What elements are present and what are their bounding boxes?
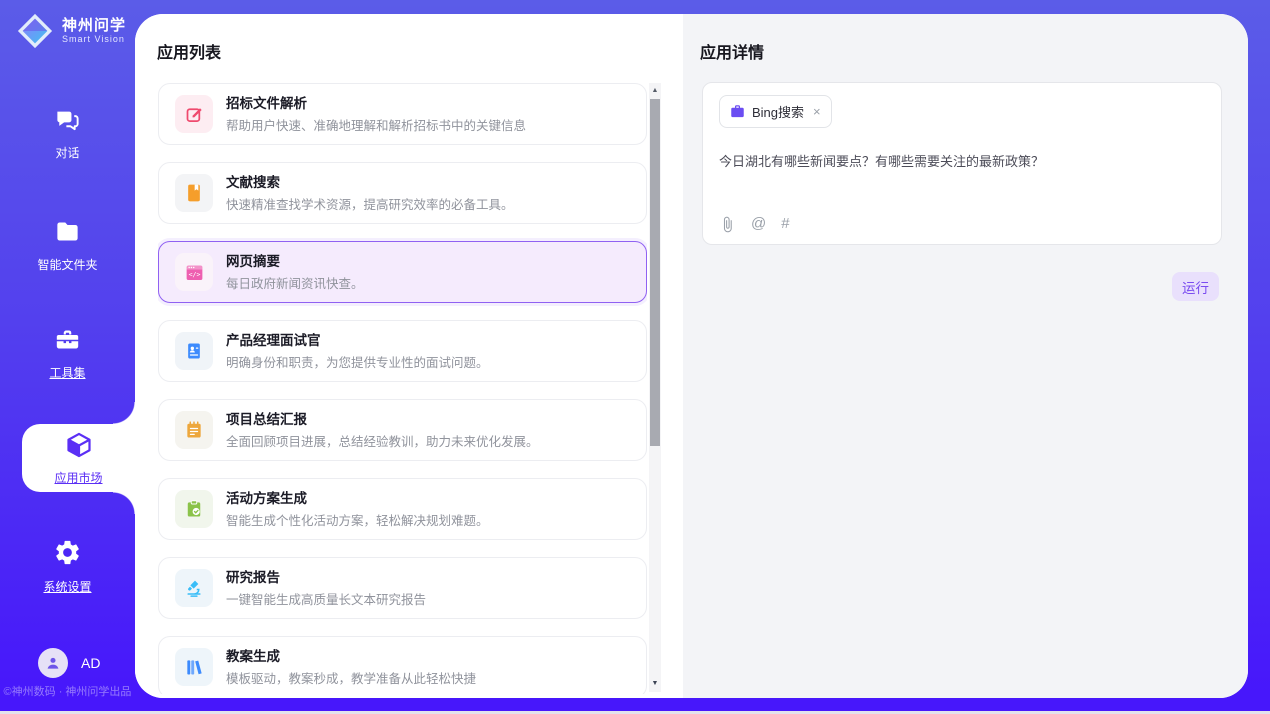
- app-title: 活动方案生成: [226, 490, 489, 507]
- browser-code-icon: </>: [175, 253, 213, 291]
- folder-icon: [54, 218, 81, 250]
- app-window: 神州问学 Smart Vision 对话智能文件夹工具集应用市场系统设置 AD …: [0, 0, 1270, 714]
- toolbox-icon: [54, 326, 81, 358]
- app-desc: 快速精准查找学术资源，提高研究效率的必备工具。: [226, 194, 514, 213]
- tool-tag-label: Bing搜索: [752, 102, 804, 121]
- clipboard-check-icon: [175, 490, 213, 528]
- app-list-scrollbar[interactable]: ▲ ▼: [649, 83, 661, 692]
- app-title: 网页摘要: [226, 253, 364, 270]
- sidebar-item-label: 对话: [55, 144, 79, 161]
- app-desc: 全面回顾项目进展，总结经验教训，助力未来优化发展。: [226, 431, 539, 450]
- user-row[interactable]: AD: [38, 648, 100, 678]
- app-title: 研究报告: [226, 569, 426, 586]
- microscope-icon: [175, 569, 213, 607]
- paperclip-icon[interactable]: [719, 216, 736, 233]
- cube-icon: [65, 431, 93, 464]
- hash-icon[interactable]: #: [781, 215, 789, 233]
- edit-document-icon: [175, 95, 213, 133]
- app-card[interactable]: 文献搜索快速精准查找学术资源，提高研究效率的必备工具。: [158, 162, 647, 224]
- app-desc: 明确身份和职责，为您提供专业性的面试问题。: [226, 352, 489, 371]
- chat-icon: [54, 106, 81, 138]
- briefcase-icon: [730, 104, 745, 119]
- app-detail-panel: 应用详情 Bing搜索 × 今日湖北有哪些新闻要点？有哪些需要关注的最新政策？ …: [683, 14, 1248, 698]
- app-card[interactable]: 教案生成模板驱动，教案秒成，教学准备从此轻松快捷: [158, 636, 647, 694]
- app-title: 项目总结汇报: [226, 411, 539, 428]
- sidebar-item-label: 工具集: [49, 364, 85, 381]
- scrollbar-thumb[interactable]: [650, 99, 660, 446]
- svg-text:</>: </>: [188, 270, 200, 278]
- app-list: 招标文件解析帮助用户快速、准确地理解和解析招标书中的关键信息文献搜索快速精准查找…: [158, 83, 647, 694]
- avatar: [38, 648, 68, 678]
- app-desc: 帮助用户快速、准确地理解和解析招标书中的关键信息: [226, 115, 526, 134]
- brand-name: 神州问学: [62, 17, 126, 34]
- app-title: 教案生成: [226, 648, 476, 665]
- app-desc: 模板驱动，教案秒成，教学准备从此轻松快捷: [226, 668, 476, 687]
- app-desc: 一键智能生成高质量长文本研究报告: [226, 589, 426, 608]
- gear-icon: [53, 538, 82, 572]
- tag-close-icon[interactable]: ×: [813, 104, 821, 119]
- app-detail-title: 应用详情: [700, 39, 764, 63]
- app-card[interactable]: 产品经理面试官明确身份和职责，为您提供专业性的面试问题。: [158, 320, 647, 382]
- sidebar: 神州问学 Smart Vision 对话智能文件夹工具集应用市场系统设置 AD …: [0, 0, 135, 714]
- app-title: 文献搜索: [226, 174, 514, 191]
- app-card[interactable]: 招标文件解析帮助用户快速、准确地理解和解析招标书中的关键信息: [158, 83, 647, 145]
- app-desc: 每日政府新闻资讯快查。: [226, 273, 364, 292]
- copyright-text: ©神州数码 · 神州问学出品: [0, 683, 135, 699]
- sidebar-item-toolbox[interactable]: 工具集: [0, 326, 135, 381]
- app-card[interactable]: </> 网页摘要每日政府新闻资讯快查。: [158, 241, 647, 303]
- run-button[interactable]: 运行: [1172, 272, 1219, 301]
- scrollbar-down-button[interactable]: ▼: [649, 676, 661, 692]
- sidebar-item-label: 智能文件夹: [37, 256, 97, 273]
- brand-subtitle: Smart Vision: [62, 34, 126, 45]
- app-title: 产品经理面试官: [226, 332, 489, 349]
- diamond-logo-icon: [16, 12, 54, 50]
- sidebar-item-gear[interactable]: 系统设置: [0, 538, 135, 595]
- app-list-panel: 应用列表 招标文件解析帮助用户快速、准确地理解和解析招标书中的关键信息文献搜索快…: [135, 14, 683, 698]
- book-icon: [175, 174, 213, 212]
- sidebar-item-label: 系统设置: [43, 578, 91, 595]
- resume-icon: [175, 332, 213, 370]
- query-card: Bing搜索 × 今日湖北有哪些新闻要点？有哪些需要关注的最新政策？ @ #: [702, 82, 1222, 245]
- app-card[interactable]: 研究报告一键智能生成高质量长文本研究报告: [158, 557, 647, 619]
- brand-logo: 神州问学 Smart Vision: [16, 12, 126, 50]
- books-icon: [175, 648, 213, 686]
- tool-tag[interactable]: Bing搜索 ×: [719, 95, 832, 128]
- sidebar-item-cube[interactable]: 应用市场: [22, 424, 135, 492]
- app-card[interactable]: 活动方案生成智能生成个性化活动方案，轻松解决规划难题。: [158, 478, 647, 540]
- app-list-title: 应用列表: [157, 39, 221, 63]
- scrollbar-up-button[interactable]: ▲: [649, 83, 661, 99]
- sidebar-item-folder[interactable]: 智能文件夹: [0, 218, 135, 273]
- person-icon: [44, 654, 62, 672]
- app-title: 招标文件解析: [226, 95, 526, 112]
- sidebar-item-chat[interactable]: 对话: [0, 106, 135, 161]
- app-card[interactable]: 项目总结汇报全面回顾项目进展，总结经验教训，助力未来优化发展。: [158, 399, 647, 461]
- app-desc: 智能生成个性化活动方案，轻松解决规划难题。: [226, 510, 489, 529]
- at-icon[interactable]: @: [751, 215, 766, 233]
- main-content: 应用列表 招标文件解析帮助用户快速、准确地理解和解析招标书中的关键信息文献搜索快…: [135, 14, 1248, 698]
- sidebar-item-label: 应用市场: [54, 469, 102, 486]
- user-name: AD: [81, 655, 100, 671]
- notepad-icon: [175, 411, 213, 449]
- query-text[interactable]: 今日湖北有哪些新闻要点？有哪些需要关注的最新政策？: [719, 151, 1205, 170]
- composer-toolbar: @ #: [719, 215, 790, 233]
